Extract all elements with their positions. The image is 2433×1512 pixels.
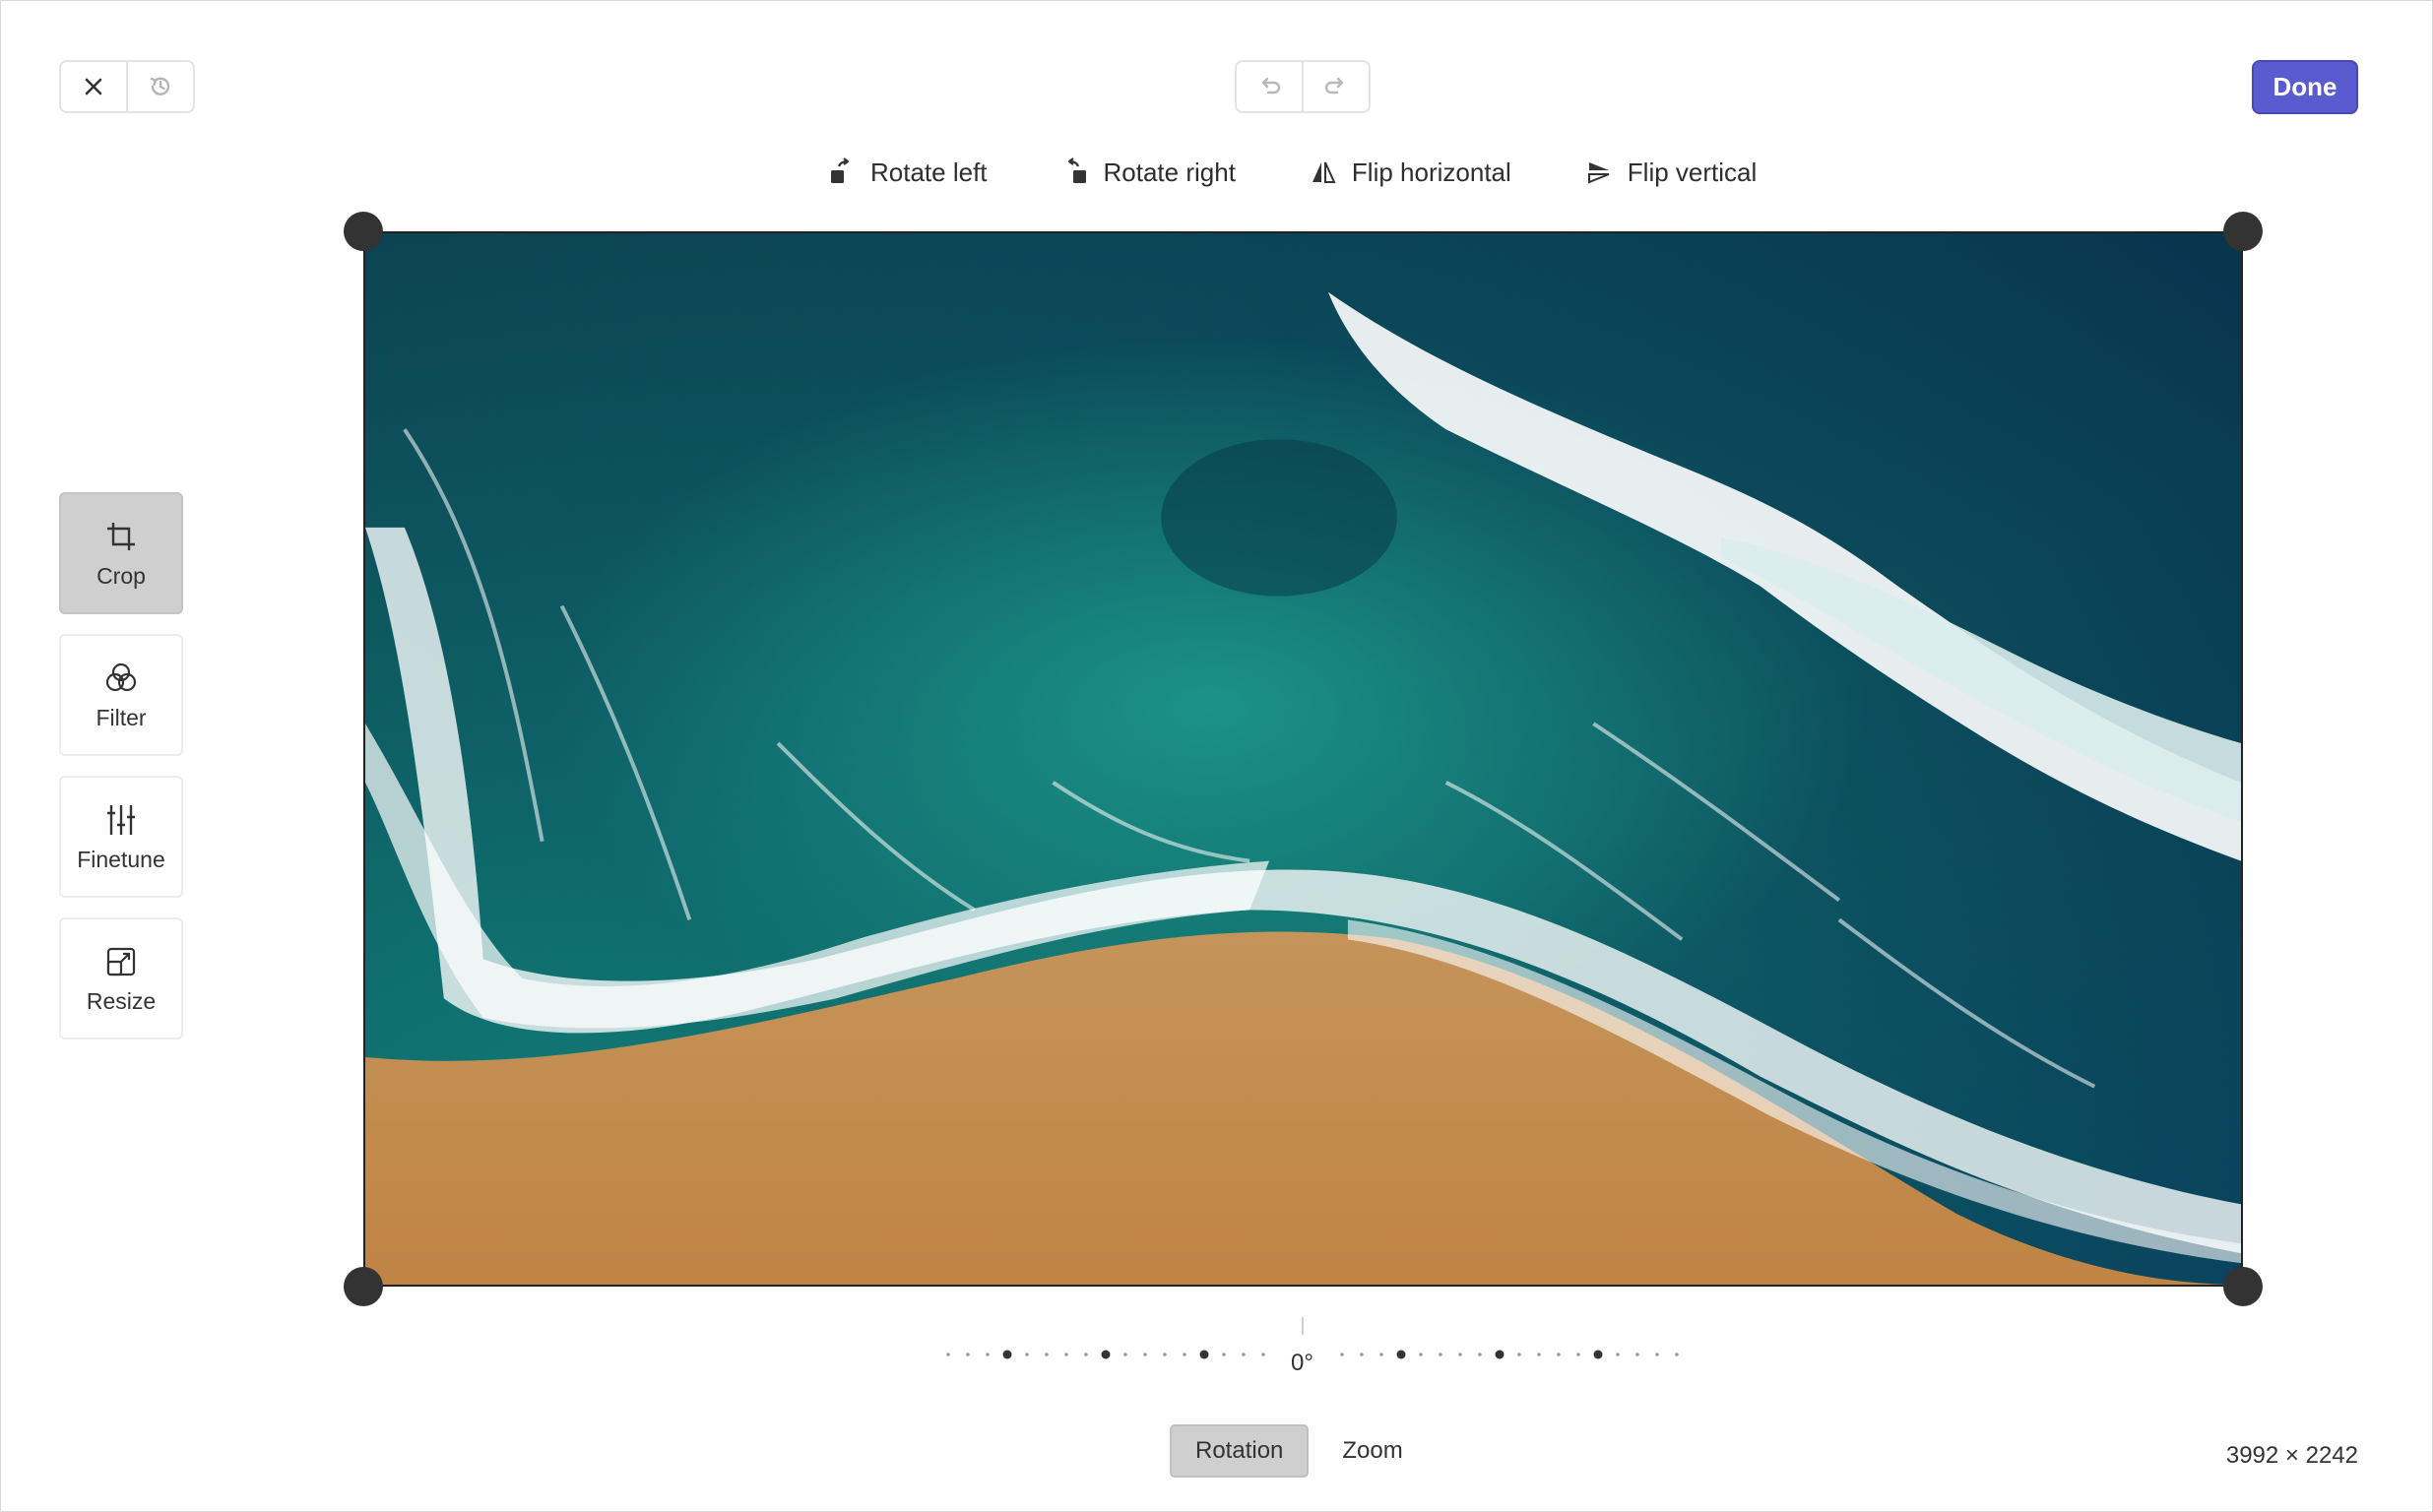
crop-handle-bottom-right[interactable] [2223, 1267, 2263, 1306]
ruler-tick [1261, 1353, 1265, 1356]
crop-handle-bottom-left[interactable] [344, 1267, 383, 1306]
ruler-tick [1340, 1353, 1344, 1356]
tool-label: Resize [86, 987, 157, 1014]
ruler-tick [1655, 1353, 1659, 1356]
image-dimensions: 3992 × 2242 [2225, 1442, 2358, 1469]
history-icon [150, 77, 170, 95]
ruler-tick [1478, 1353, 1482, 1356]
flip-horizontal-icon [1312, 161, 1336, 183]
ruler-tick [1495, 1350, 1505, 1359]
rotate-left-button[interactable]: Rotate left [827, 158, 988, 188]
image-canvas[interactable] [363, 231, 2243, 1287]
history-controls [59, 60, 195, 113]
rotate-right-icon [1067, 158, 1086, 183]
ruler-tick [1199, 1350, 1209, 1359]
filter-icon [105, 662, 137, 691]
ruler-tick [1537, 1353, 1541, 1356]
ruler-tick [1576, 1353, 1580, 1356]
rotate-right-label: Rotate right [1103, 157, 1236, 187]
ruler-tick [986, 1353, 990, 1356]
ruler-tick [1002, 1350, 1012, 1359]
ruler-tick [1045, 1353, 1049, 1356]
redo-icon [1324, 77, 1344, 94]
tab-rotation[interactable]: Rotation [1170, 1424, 1310, 1478]
flip-horizontal-label: Flip horizontal [1351, 157, 1511, 187]
close-icon [85, 78, 102, 95]
beach-photo [365, 233, 2241, 1285]
ruler-tick [1222, 1353, 1226, 1356]
tool-finetune[interactable]: Finetune [59, 776, 183, 898]
ruler-tick [1517, 1353, 1521, 1356]
ruler-tick [1101, 1350, 1111, 1359]
ruler-tick [1360, 1353, 1364, 1356]
ruler-tick [1439, 1353, 1442, 1356]
ruler-tick [1379, 1353, 1383, 1356]
flip-vertical-icon [1587, 162, 1610, 184]
tab-zoom[interactable]: Zoom [1318, 1424, 1426, 1478]
flip-vertical-button[interactable]: Flip vertical [1584, 158, 1757, 188]
tool-filter[interactable]: Filter [59, 634, 183, 756]
ruler-tick [1593, 1350, 1603, 1359]
tool-crop[interactable]: Crop [59, 492, 183, 614]
ruler-tick [966, 1353, 970, 1356]
revert-button[interactable] [126, 62, 193, 111]
tool-label: Finetune [77, 846, 165, 872]
ruler-tick [1635, 1353, 1639, 1356]
undo-icon [1261, 77, 1281, 94]
ruler-tick [1025, 1353, 1029, 1356]
ruler-tick [1143, 1353, 1147, 1356]
ruler-tick [1163, 1353, 1167, 1356]
crop-icon [107, 522, 135, 550]
close-button[interactable] [61, 62, 126, 111]
done-button[interactable]: Done [2252, 60, 2358, 114]
ruler-tick [1183, 1353, 1186, 1356]
rotate-left-label: Rotate left [870, 157, 988, 187]
tool-label: Crop [96, 562, 146, 589]
sliders-icon [107, 804, 135, 835]
undo-button[interactable] [1237, 62, 1302, 111]
crop-handle-top-left[interactable] [344, 212, 383, 251]
ruler-tick [1242, 1353, 1246, 1356]
ruler-tick [1458, 1353, 1462, 1356]
ruler-tick [1084, 1353, 1088, 1356]
tool-label: Filter [96, 704, 147, 730]
tool-resize[interactable]: Resize [59, 917, 183, 1040]
transform-toolbar: Rotate left Rotate right Flip horizontal… [827, 148, 1757, 197]
rotate-right-button[interactable]: Rotate right [1060, 158, 1236, 188]
ruler-tick [1419, 1353, 1423, 1356]
rotate-left-icon [831, 158, 850, 183]
crop-handle-top-right[interactable] [2223, 212, 2263, 251]
undo-redo-controls [1235, 60, 1371, 113]
ruler-tick [1396, 1350, 1406, 1359]
redo-button[interactable] [1302, 62, 1369, 111]
ruler-tick [1616, 1353, 1620, 1356]
flip-horizontal-button[interactable]: Flip horizontal [1309, 158, 1511, 188]
ruler-tick [946, 1353, 950, 1356]
ruler-tick [1675, 1353, 1679, 1356]
ruler-tick [1064, 1353, 1068, 1356]
rotation-value: 0° [1291, 1350, 1313, 1376]
flip-vertical-label: Flip vertical [1627, 157, 1758, 187]
ruler-tick [1123, 1353, 1127, 1356]
ruler-tick [1557, 1353, 1561, 1356]
crop-mode-tabs: Rotation Zoom [1170, 1424, 1427, 1478]
resize-icon [106, 947, 136, 976]
